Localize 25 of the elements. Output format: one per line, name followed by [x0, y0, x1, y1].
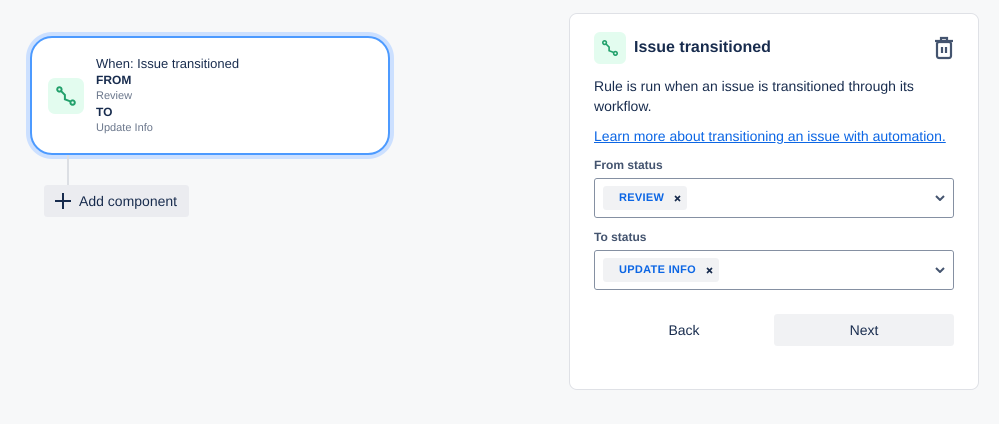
chevron-down-icon[interactable]: [935, 195, 945, 201]
chevron-down-icon[interactable]: [935, 267, 945, 273]
route-icon: [601, 39, 619, 57]
route-icon: [55, 84, 77, 106]
remove-icon[interactable]: [706, 266, 714, 274]
description: Rule is run when an issue is transitioned through its workflow.: [594, 77, 915, 116]
trash-icon[interactable]: [934, 36, 954, 60]
trigger-status: Update Info: [96, 121, 154, 136]
trigger-heading: FROM: [96, 72, 132, 88]
field-label: To status: [594, 230, 648, 244]
trigger-heading: TO: [96, 104, 114, 120]
status-tag: REVIEW: [603, 186, 688, 210]
remove-icon[interactable]: [674, 194, 682, 202]
trigger-title: When: Issue transitioned: [96, 55, 240, 72]
learn-more-link[interactable]: Learn more about transitioning an issue with automation.: [594, 126, 954, 146]
plus-icon: [54, 192, 72, 210]
trigger-status: Review: [96, 89, 134, 104]
next-button[interactable]: Next: [774, 314, 954, 346]
panel-title: Issue transitioned: [634, 39, 772, 57]
status-select[interactable]: REVIEW: [594, 178, 954, 218]
status-tag: UPDATE INFO: [603, 258, 720, 282]
back-button[interactable]: Back: [594, 314, 774, 346]
field-label: From status: [594, 158, 664, 172]
add-component-button[interactable]: Add component: [44, 185, 190, 217]
status-select[interactable]: UPDATE INFO: [594, 250, 954, 290]
